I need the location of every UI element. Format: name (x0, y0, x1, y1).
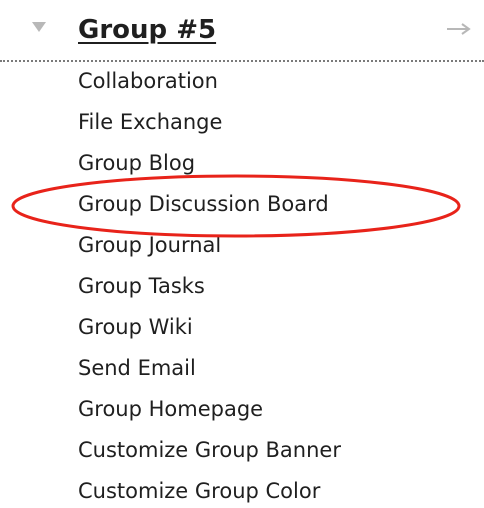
menu-item-group-homepage[interactable]: Group Homepage (78, 392, 263, 426)
menu-item-file-exchange[interactable]: File Exchange (78, 105, 222, 139)
menu-item-group-tasks[interactable]: Group Tasks (78, 269, 205, 303)
menu-item-customize-group-banner[interactable]: Customize Group Banner (78, 433, 341, 467)
arrow-right-icon[interactable] (446, 18, 472, 40)
triangle-down-icon[interactable] (28, 16, 50, 38)
group-title-link[interactable]: Group #5 (78, 12, 216, 48)
menu-item-collaboration[interactable]: Collaboration (78, 64, 218, 98)
menu-item-group-wiki[interactable]: Group Wiki (78, 310, 193, 344)
menu-item-group-journal[interactable]: Group Journal (78, 228, 221, 262)
menu-item-customize-group-color[interactable]: Customize Group Color (78, 474, 320, 508)
menu-item-send-email[interactable]: Send Email (78, 351, 196, 385)
header-divider (0, 60, 484, 62)
menu-item-group-blog[interactable]: Group Blog (78, 146, 195, 180)
group-header: Group #5 (0, 0, 484, 62)
menu-item-group-discussion-board[interactable]: Group Discussion Board (78, 187, 329, 221)
